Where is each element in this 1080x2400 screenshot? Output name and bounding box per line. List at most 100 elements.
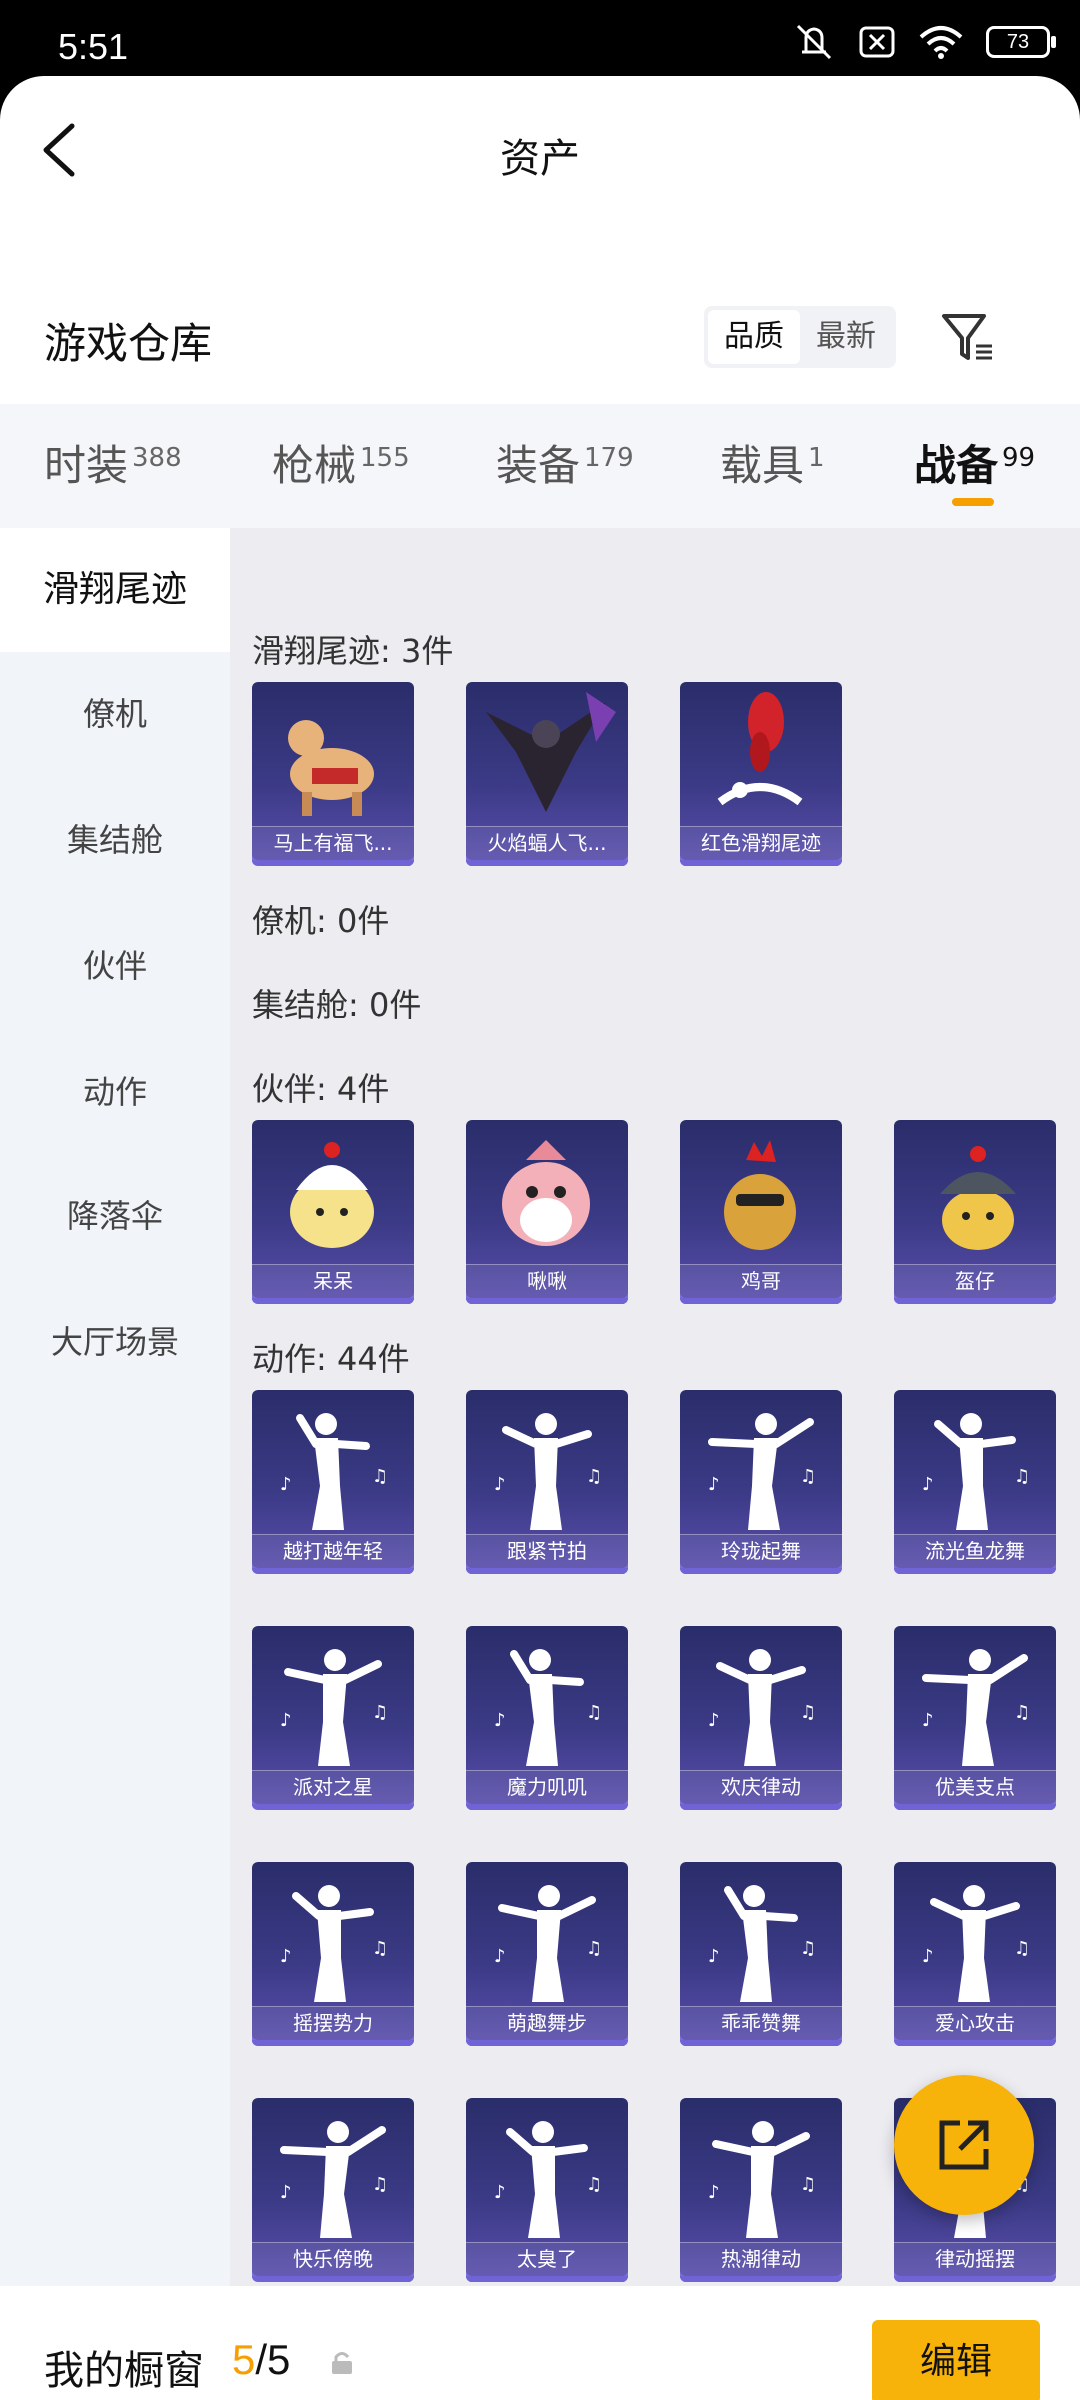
item-card[interactable]: ♪ ♫ 派对之星: [252, 1626, 414, 1810]
svg-text:♫: ♫: [1014, 1702, 1030, 1723]
dancer-silhouette-image: ♪♫: [922, 1885, 1030, 2002]
svg-text:♪: ♪: [494, 1710, 506, 1731]
item-card[interactable]: ♪ ♫ 流光鱼龙舞: [894, 1390, 1056, 1574]
item-card[interactable]: 盔仔: [894, 1120, 1056, 1304]
showcase-current: 5: [232, 2336, 256, 2383]
dancer-silhouette-image: ♪♫: [280, 1649, 388, 1766]
svg-text:♪: ♪: [922, 1474, 934, 1495]
svg-text:♪: ♪: [494, 1946, 506, 1967]
tab-combat-gear[interactable]: 战备 99: [914, 404, 1035, 528]
page-title: 资产: [500, 136, 580, 182]
item-card[interactable]: ♪ ♫ 玲珑起舞: [680, 1390, 842, 1574]
tab-label: 枪械: [272, 441, 357, 490]
item-card[interactable]: ♪ ♫ 快乐傍晚: [252, 2098, 414, 2282]
item-card[interactable]: 呆呆: [252, 1120, 414, 1304]
item-card[interactable]: ♪ ♫ 乖乖赞舞: [680, 1862, 842, 2046]
svg-text:♫: ♫: [372, 1938, 388, 1959]
item-card[interactable]: ♪ ♫ 越打越年轻: [252, 1390, 414, 1574]
showcase-label: 我的橱窗: [44, 2348, 204, 2394]
tab-count: 1: [808, 443, 825, 473]
battery-icon: 73: [986, 26, 1056, 58]
item-card[interactable]: 啾啾: [466, 1120, 628, 1304]
tab-guns[interactable]: 枪械 155: [272, 404, 410, 528]
item-name: 律动摇摆: [894, 2242, 1056, 2276]
svg-text:♪: ♪: [708, 1710, 720, 1731]
item-card[interactable]: ♪ ♫ 欢庆律动: [680, 1626, 842, 1810]
item-card[interactable]: 鸡哥: [680, 1120, 842, 1304]
item-card[interactable]: ♪ ♫ 魔力叽叽: [466, 1626, 628, 1810]
item-card[interactable]: ♪ ♫ 优美支点: [894, 1626, 1056, 1810]
sidebar-item-emote[interactable]: 动作: [0, 1030, 230, 1154]
sidebar-item-lobby-scene[interactable]: 大厅场景: [0, 1280, 230, 1404]
group-label-partner: 伙伴: 4件: [252, 1070, 390, 1108]
filter-icon[interactable]: [940, 310, 996, 366]
share-fab[interactable]: [894, 2075, 1034, 2215]
dancer-silhouette-image: ♪♫: [280, 2121, 388, 2238]
svg-text:♫: ♫: [586, 1702, 602, 1723]
sidebar-item-wingman[interactable]: 僚机: [0, 652, 230, 776]
rooster-partner-image: [724, 1140, 796, 1250]
sort-quality-option[interactable]: 品质: [708, 310, 800, 364]
helmet-chick-partner-image: [940, 1146, 1016, 1250]
sidebar-item-capsule[interactable]: 集结舱: [0, 778, 230, 902]
item-card[interactable]: ♪ ♫ 太臭了: [466, 2098, 628, 2282]
item-name: 爱心攻击: [894, 2006, 1056, 2040]
dancer-silhouette-image: ♪♫: [708, 1413, 816, 1530]
horse-trail-image: [288, 720, 374, 816]
item-card[interactable]: ♪ ♫ 热潮律动: [680, 2098, 842, 2282]
tab-label: 时装: [44, 441, 129, 490]
top-bar: 资产: [0, 76, 1080, 226]
pink-bird-partner-image: [502, 1140, 590, 1246]
warehouse-title: 游戏仓库: [44, 319, 213, 368]
tab-label: 战备: [914, 441, 999, 490]
item-card[interactable]: ♪ ♫ 萌趣舞步: [466, 1862, 628, 2046]
tab-fashion[interactable]: 时装 388: [44, 404, 182, 528]
item-name: 摇摆势力: [252, 2006, 414, 2040]
item-card[interactable]: ♪ ♫ 摇摆势力: [252, 1862, 414, 2046]
share-out-icon: [939, 2120, 989, 2170]
item-grid: 滑翔尾迹: 3件 马上有福飞... 火焰蝠人飞... 红色滑翔尾迹 僚机: 0件…: [230, 528, 1080, 2298]
bat-flyer-image: [486, 692, 616, 812]
tab-vehicles[interactable]: 载具 1: [720, 404, 825, 528]
item-card[interactable]: 马上有福飞...: [252, 682, 414, 866]
status-bar: 5:51 73: [0, 0, 1080, 80]
svg-text:♪: ♪: [708, 1946, 720, 1967]
mute-icon: [796, 24, 832, 60]
svg-text:♪: ♪: [922, 1946, 934, 1967]
item-name: 啾啾: [466, 1264, 628, 1298]
item-card[interactable]: ♪ ♫ 跟紧节拍: [466, 1390, 628, 1574]
svg-text:♫: ♫: [586, 1938, 602, 1959]
sort-latest-option[interactable]: 最新: [800, 310, 892, 364]
edit-button[interactable]: 编辑: [872, 2320, 1040, 2400]
active-tab-indicator: [952, 498, 994, 506]
item-name: 魔力叽叽: [466, 1770, 628, 1804]
item-name: 快乐傍晚: [252, 2242, 414, 2276]
sidebar-item-parachute[interactable]: 降落伞: [0, 1154, 230, 1278]
dancer-silhouette-image: ♪♫: [280, 1885, 388, 2002]
group-label-wingman: 僚机: 0件: [252, 902, 390, 940]
svg-text:♪: ♪: [494, 2182, 506, 2203]
svg-text:♪: ♪: [494, 1474, 506, 1495]
dancer-silhouette-image: ♪♫: [708, 2121, 816, 2238]
item-name: 越打越年轻: [252, 1534, 414, 1568]
sidebar-item-glide-trail[interactable]: 滑翔尾迹: [0, 528, 230, 652]
item-card[interactable]: 红色滑翔尾迹: [680, 682, 842, 866]
item-name: 流光鱼龙舞: [894, 1534, 1056, 1568]
lock-icon: [332, 2352, 352, 2374]
item-name: 跟紧节拍: [466, 1534, 628, 1568]
sidebar-item-partner[interactable]: 伙伴: [0, 904, 230, 1028]
svg-text:♫: ♫: [372, 2174, 388, 2195]
chick-partner-image: [290, 1142, 374, 1248]
tab-equipment[interactable]: 装备 179: [496, 404, 634, 528]
status-time: 5:51: [58, 26, 129, 67]
group-label-capsule: 集结舱: 0件: [252, 986, 422, 1024]
item-card[interactable]: ♪ ♫ 爱心攻击: [894, 1862, 1056, 2046]
item-card[interactable]: 火焰蝠人飞...: [466, 682, 628, 866]
svg-text:♫: ♫: [372, 1702, 388, 1723]
item-name: 马上有福飞...: [252, 826, 414, 860]
svg-text:♫: ♫: [586, 1466, 602, 1487]
svg-text:♫: ♫: [1014, 1938, 1030, 1959]
svg-text:♫: ♫: [800, 2174, 816, 2195]
svg-text:♪: ♪: [280, 1710, 292, 1731]
group-label-emote: 动作: 44件: [252, 1340, 410, 1378]
